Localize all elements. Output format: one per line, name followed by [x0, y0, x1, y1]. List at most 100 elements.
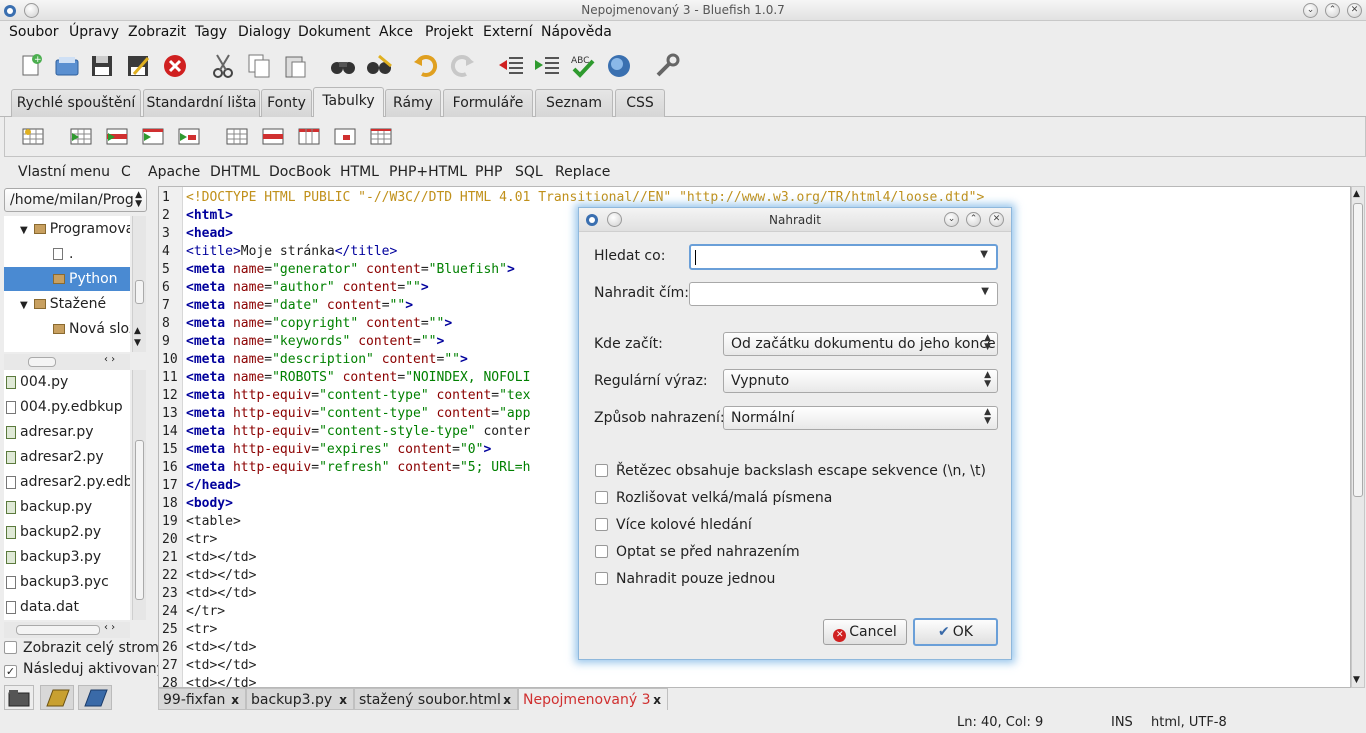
multi-pass-checkbox[interactable]: Více kolové hledání — [595, 517, 752, 533]
escape-sequences-checkbox[interactable]: Řetězec obsahuje backslash escape sekven… — [595, 463, 986, 479]
file-item[interactable]: adresar.py — [4, 420, 130, 445]
mode-select[interactable]: Normální ▲ ▼ — [723, 406, 998, 430]
start-select[interactable]: Od začátku dokumentu do jeho konce ▲ ▼ — [723, 332, 998, 356]
checkbox-box[interactable] — [595, 545, 608, 558]
bookmarks-tab-icon[interactable] — [40, 685, 74, 710]
replace-once-checkbox[interactable]: Nahradit pouze jednou — [595, 571, 775, 587]
menu-dialogy[interactable]: Dialogy — [238, 24, 291, 40]
checkbox-box[interactable] — [595, 491, 608, 504]
indent-icon[interactable] — [533, 52, 561, 80]
tree-item[interactable]: . — [4, 242, 130, 266]
custom-menu-html[interactable]: HTML — [340, 164, 379, 180]
editor-scrollbar[interactable]: ▲ ▼ — [1351, 186, 1365, 688]
file-item[interactable]: adresar2.py — [4, 445, 130, 470]
table-insert-icon[interactable] — [70, 126, 92, 146]
copy-icon[interactable] — [245, 52, 273, 80]
tree-hscrollbar[interactable]: ‹ › — [4, 354, 130, 370]
follow-active-checkbox[interactable]: ✓ Následuj aktivovaný — [4, 661, 165, 678]
custom-menu-sql[interactable]: SQL — [515, 164, 543, 180]
menu-tagy[interactable]: Tagy — [195, 24, 227, 40]
maximize-icon[interactable]: ⌃ — [966, 212, 981, 227]
file-item[interactable]: 004.py.edbkup — [4, 395, 130, 420]
chevron-down-icon[interactable]: ▼ — [981, 286, 989, 297]
spell-check-icon[interactable]: ABC — [569, 52, 597, 80]
table-wizard-icon[interactable] — [22, 126, 44, 146]
custom-menu-php[interactable]: PHP — [475, 164, 502, 180]
prompt-before-replace-checkbox[interactable]: Optat se před nahrazením — [595, 544, 800, 560]
file-list-scrollbar[interactable] — [132, 370, 146, 620]
open-file-icon[interactable] — [53, 52, 81, 80]
file-item[interactable]: backup.py — [4, 495, 130, 520]
file-list-hscrollbar[interactable]: ‹ › — [4, 622, 130, 638]
table-header-icon[interactable] — [298, 126, 320, 146]
tab-frames[interactable]: Rámy — [385, 89, 441, 117]
menu-externi[interactable]: Externí — [483, 24, 533, 40]
file-item[interactable]: 004.py — [4, 370, 130, 395]
table-icon[interactable] — [226, 126, 248, 146]
menu-akce[interactable]: Akce — [379, 24, 413, 40]
checkbox-box[interactable] — [595, 464, 608, 477]
file-item[interactable]: data.dat — [4, 595, 130, 620]
doc-tab[interactable]: 99-fixfan x — [158, 688, 246, 710]
close-tab-icon[interactable]: x — [653, 689, 661, 711]
menu-soubor[interactable]: Soubor — [9, 24, 59, 40]
tree-item[interactable]: ▼ Programova — [4, 217, 130, 241]
close-tab-icon[interactable]: x — [503, 689, 511, 711]
tree-item[interactable]: ▼ Stažené — [4, 292, 130, 316]
custom-menu-c[interactable]: C — [121, 164, 131, 180]
doc-tab[interactable]: stažený soubor.html x — [354, 688, 518, 710]
checkbox-box[interactable] — [595, 572, 608, 585]
expander-icon[interactable]: ▼ — [20, 300, 28, 311]
expander-icon[interactable]: ▼ — [20, 225, 28, 236]
find-input[interactable]: ▼ — [689, 244, 998, 270]
file-item[interactable]: backup3.pyc — [4, 570, 130, 595]
custom-menu-docbook[interactable]: DocBook — [269, 164, 331, 180]
cut-icon[interactable] — [209, 52, 237, 80]
tab-fonts[interactable]: Fonty — [261, 89, 312, 117]
tab-quick[interactable]: Rychlé spouštění — [11, 89, 141, 117]
custom-menu-phphtml[interactable]: PHP+HTML — [389, 164, 467, 180]
tab-forms[interactable]: Formuláře — [443, 89, 533, 117]
file-item[interactable]: adresar2.py.edbk — [4, 470, 130, 495]
table-row-icon[interactable] — [262, 126, 284, 146]
find-replace-icon[interactable] — [365, 52, 393, 80]
tab-list[interactable]: Seznam — [535, 89, 613, 117]
tree-scrollbar[interactable]: ▲ ▼ — [132, 216, 146, 352]
path-combo[interactable]: /home/milan/Prog ▲ ▼ — [4, 188, 147, 212]
close-tab-icon[interactable]: x — [339, 689, 347, 711]
preview-browser-icon[interactable] — [605, 52, 633, 80]
menu-projekt[interactable]: Projekt — [425, 24, 473, 40]
case-sensitive-checkbox[interactable]: Rozlišovat velká/malá písmena — [595, 490, 832, 506]
menu-napoveda[interactable]: Nápověda — [541, 24, 612, 40]
file-item[interactable]: backup2.py — [4, 520, 130, 545]
preferences-icon[interactable] — [653, 52, 681, 80]
code-line[interactable]: 28 <td></td> — [159, 675, 1349, 687]
unindent-icon[interactable] — [497, 52, 525, 80]
table-cell-icon[interactable] — [334, 126, 356, 146]
custom-menu-dhtml[interactable]: DHTML — [210, 164, 260, 180]
table-cell-insert-icon[interactable] — [178, 126, 200, 146]
redo-icon[interactable] — [448, 52, 476, 80]
undo-icon[interactable] — [412, 52, 440, 80]
close-icon[interactable]: ✕ — [1347, 3, 1362, 18]
doc-tab[interactable]: backup3.py x — [246, 688, 354, 710]
code-line[interactable]: 1 <!DOCTYPE HTML PUBLIC "-//W3C//DTD HTML… — [159, 189, 1349, 207]
file-item[interactable]: backup3.py — [4, 545, 130, 570]
maximize-icon[interactable]: ⌃ — [1325, 3, 1340, 18]
close-tab-icon[interactable]: x — [231, 689, 239, 711]
paste-icon[interactable] — [281, 52, 309, 80]
ok-button[interactable]: ✔ OK — [913, 618, 998, 646]
table-header-insert-icon[interactable] — [142, 126, 164, 146]
minimize-icon[interactable]: ⌄ — [1303, 3, 1318, 18]
filebrowser-tab-icon[interactable] — [4, 685, 34, 710]
find-icon[interactable] — [329, 52, 357, 80]
new-file-icon[interactable]: + — [17, 52, 45, 80]
show-full-tree-checkbox[interactable]: Zobrazit celý strom — [4, 640, 159, 656]
table-row-insert-icon[interactable] — [106, 126, 128, 146]
tab-css[interactable]: CSS — [615, 89, 665, 117]
checkbox-box[interactable] — [595, 518, 608, 531]
checkbox-box[interactable] — [4, 641, 17, 654]
custom-menu-apache[interactable]: Apache — [148, 164, 200, 180]
close-icon[interactable]: ✕ — [989, 212, 1004, 227]
close-file-icon[interactable] — [161, 52, 189, 80]
